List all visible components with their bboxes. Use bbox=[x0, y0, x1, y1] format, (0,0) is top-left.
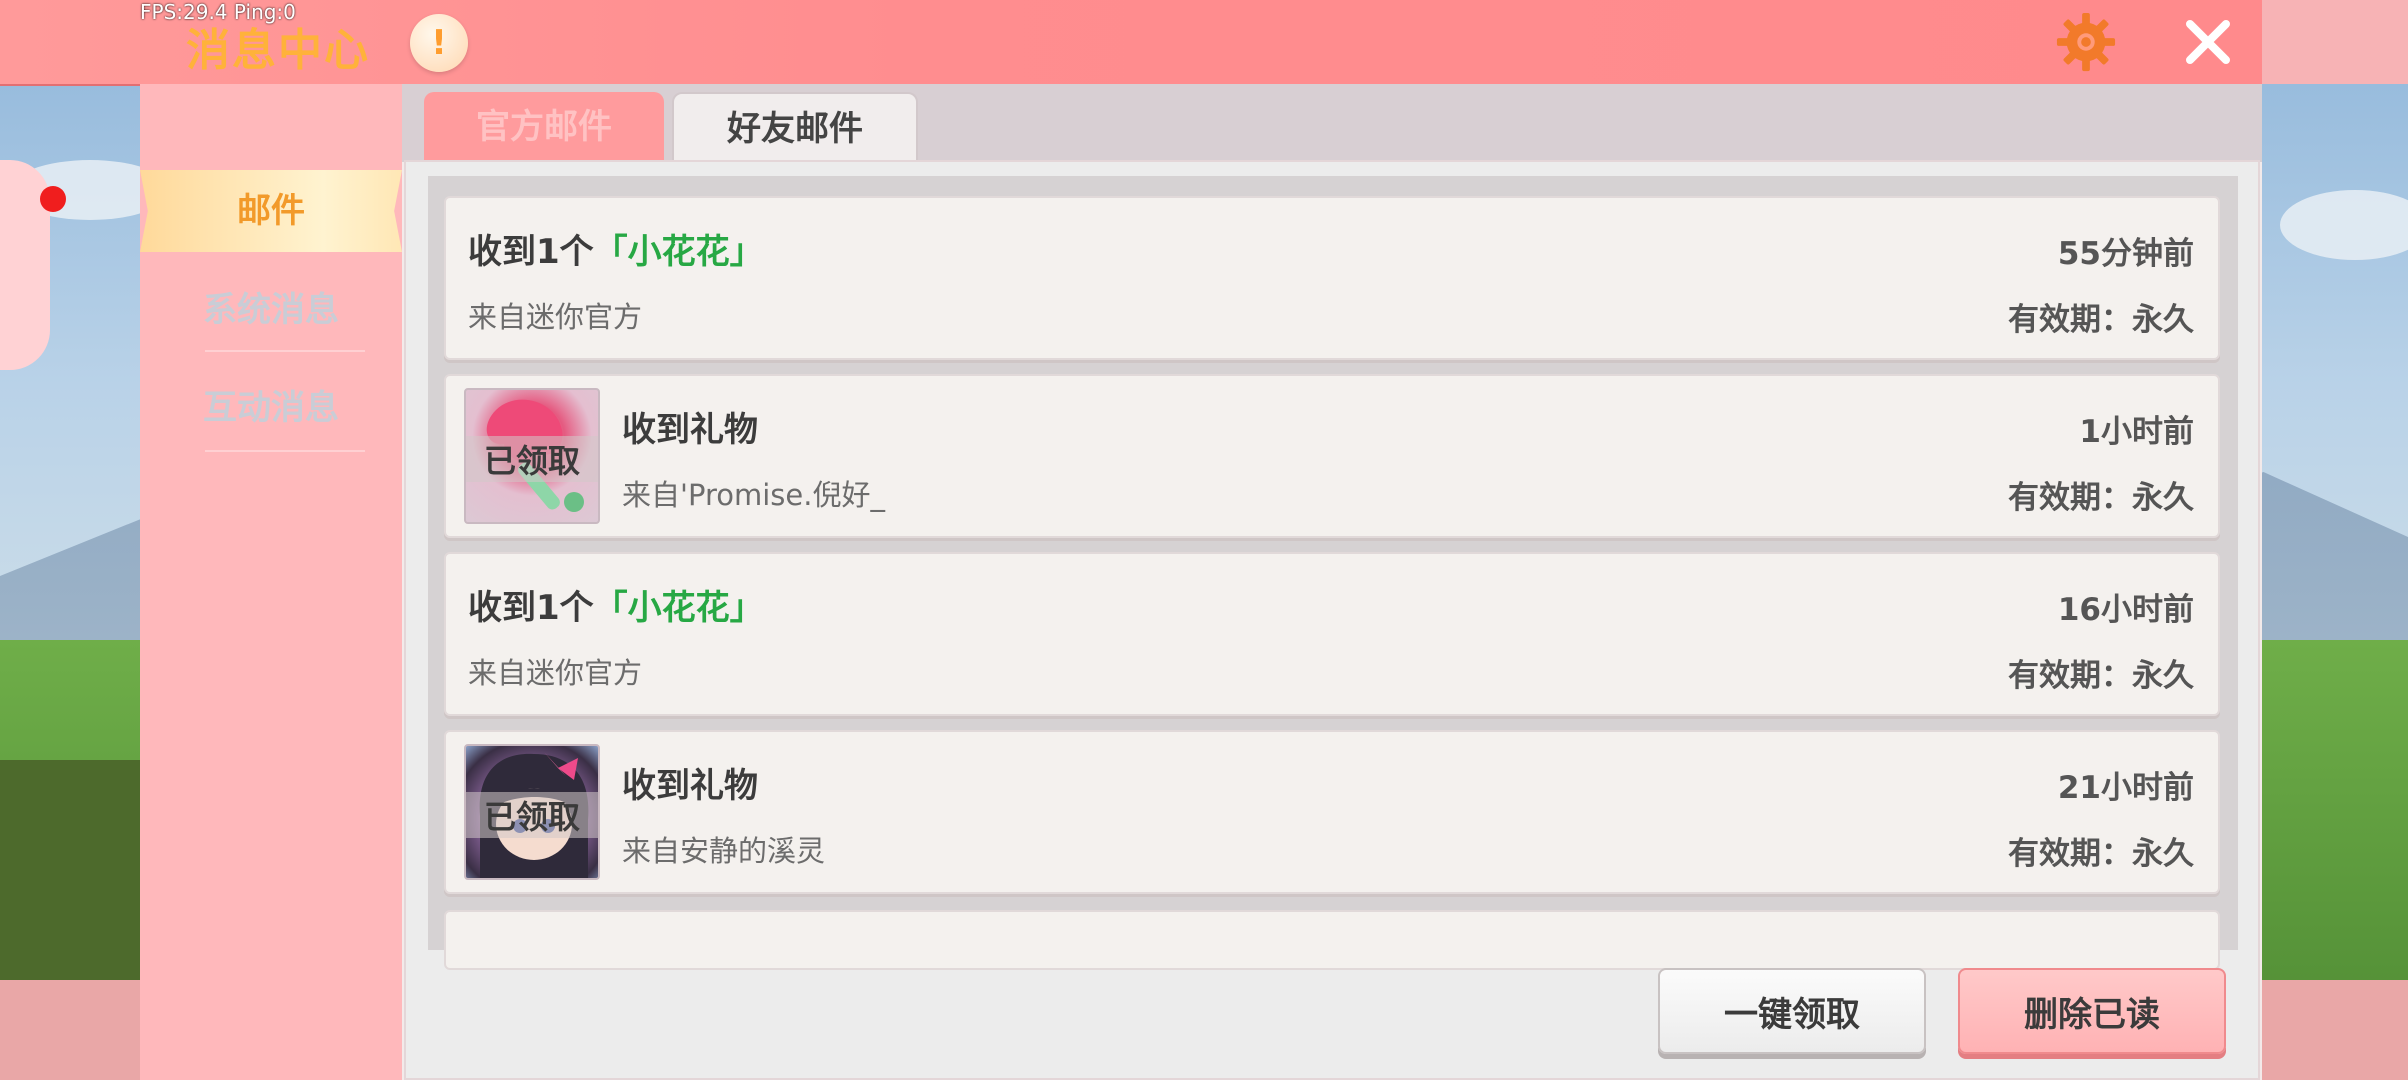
mail-title: 收到礼物 bbox=[622, 758, 758, 807]
mail-sender: 来自迷你官方 bbox=[468, 300, 643, 334]
mail-title-text: 收到礼物 bbox=[622, 766, 758, 806]
mail-title-text: 收到1个 bbox=[468, 588, 594, 628]
header-bar-edge bbox=[2262, 0, 2408, 84]
mail-item[interactable]: 收到1个「小花花」 来自迷你官方 16小时前 有效期：永久 bbox=[444, 552, 2220, 716]
mail-title-text: 收到1个 bbox=[468, 232, 594, 272]
mail-expiry: 有效期：永久 bbox=[2008, 658, 2194, 694]
tab-friend-mail[interactable]: 好友邮件 bbox=[672, 92, 918, 164]
mail-expiry: 有效期：永久 bbox=[2008, 836, 2194, 872]
avatar-gift-icon: 已领取 bbox=[464, 744, 600, 880]
mail-time: 1小时前 bbox=[2079, 414, 2194, 450]
sidebar-item-system-messages[interactable]: 系统消息 bbox=[140, 280, 402, 340]
claimed-label: 已领取 bbox=[466, 792, 598, 838]
lollipop-gift-icon: 已领取 bbox=[464, 388, 600, 524]
notification-dot bbox=[40, 186, 66, 212]
claim-all-button[interactable]: 一键领取 bbox=[1658, 968, 1926, 1054]
mail-sender: 来自安静的溪灵 bbox=[622, 834, 826, 868]
background-floor bbox=[2262, 980, 2408, 1080]
tab-official-mail[interactable]: 官方邮件 bbox=[424, 92, 664, 162]
mail-title: 收到1个「小花花」 bbox=[468, 224, 764, 273]
sidebar-divider bbox=[205, 450, 365, 452]
claimed-label: 已领取 bbox=[466, 436, 598, 482]
delete-read-button[interactable]: 删除已读 bbox=[1958, 968, 2226, 1054]
gear-icon[interactable] bbox=[2055, 11, 2117, 73]
close-icon[interactable] bbox=[2180, 14, 2236, 70]
mail-sender: 来自迷你官方 bbox=[468, 656, 643, 690]
mail-sender: 来自'Promise.倪好_ bbox=[622, 478, 885, 512]
page-title: 消息中心 bbox=[186, 25, 370, 76]
mail-expiry: 有效期：永久 bbox=[2008, 302, 2194, 338]
mail-title: 收到礼物 bbox=[622, 402, 758, 451]
mail-time: 55分钟前 bbox=[2057, 236, 2194, 272]
background-floor bbox=[0, 980, 140, 1080]
mail-title: 收到1个「小花花」 bbox=[468, 580, 764, 629]
mail-expiry: 有效期：永久 bbox=[2008, 480, 2194, 516]
mail-title-text: 收到礼物 bbox=[622, 410, 758, 450]
mail-time: 21小时前 bbox=[2057, 770, 2194, 806]
sidebar-item-interaction-messages[interactable]: 互动消息 bbox=[140, 378, 402, 438]
sidebar-divider bbox=[205, 350, 365, 352]
mail-item[interactable]: 收到1个「小花花」 来自迷你官方 55分钟前 有效期：永久 bbox=[444, 196, 2220, 360]
sidebar-item-mail[interactable]: 邮件 bbox=[140, 170, 402, 252]
mail-title-item: 「小花花」 bbox=[593, 232, 764, 272]
mail-item-partial[interactable] bbox=[444, 910, 2220, 970]
alert-icon[interactable]: ! bbox=[410, 14, 468, 72]
mail-title-item: 「小花花」 bbox=[593, 588, 764, 628]
background-block bbox=[0, 760, 140, 980]
mail-time: 16小时前 bbox=[2057, 592, 2194, 628]
mail-item[interactable]: 已领取 收到礼物 来自'Promise.倪好_ 1小时前 有效期：永久 bbox=[444, 374, 2220, 538]
mail-item[interactable]: 已领取 收到礼物 来自安静的溪灵 21小时前 有效期：永久 bbox=[444, 730, 2220, 894]
alert-symbol: ! bbox=[431, 23, 447, 63]
